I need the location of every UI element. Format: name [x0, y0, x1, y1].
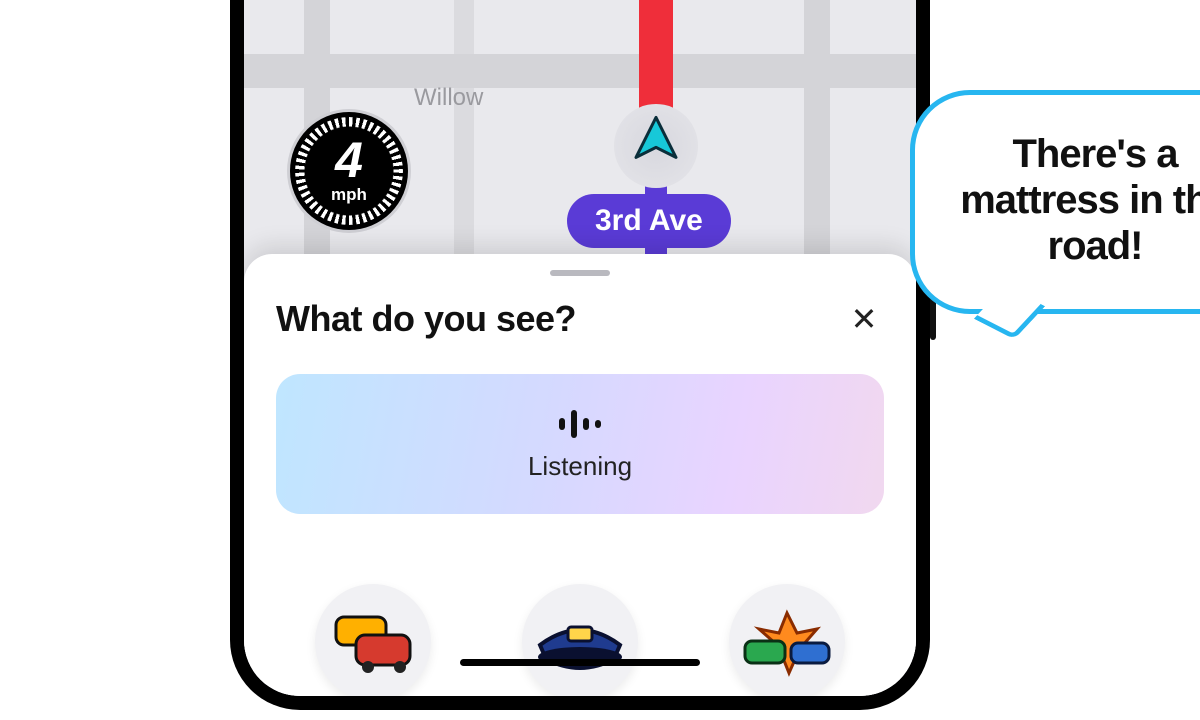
- phone-screen: Willow 3rd Ave 4 mph What do you see? ✕: [244, 0, 916, 696]
- speech-text: There's a mattress in the road!: [960, 132, 1200, 268]
- voice-listen-button[interactable]: Listening: [276, 374, 884, 514]
- close-icon: ✕: [851, 300, 878, 338]
- speed-value: 4: [335, 138, 363, 183]
- report-police-button[interactable]: [522, 584, 638, 696]
- report-type-row: [244, 584, 916, 696]
- report-crash-button[interactable]: [729, 584, 845, 696]
- police-icon: [532, 607, 628, 677]
- navigation-arrow-icon: [630, 113, 682, 165]
- speech-bubble: There's a mattress in the road!: [910, 90, 1200, 314]
- home-indicator[interactable]: [460, 659, 700, 666]
- current-street-pill[interactable]: 3rd Ave: [567, 194, 731, 248]
- speedometer: 4 mph: [290, 112, 408, 230]
- close-button[interactable]: ✕: [844, 299, 884, 339]
- sheet-title: What do you see?: [276, 298, 576, 340]
- street-label-willow: Willow: [414, 84, 483, 112]
- sheet-grabber[interactable]: [550, 270, 610, 276]
- report-sheet: What do you see? ✕ Listening: [244, 254, 916, 696]
- traffic-icon: [330, 609, 416, 675]
- user-location-puck: [614, 104, 698, 188]
- phone-frame: Willow 3rd Ave 4 mph What do you see? ✕: [230, 0, 930, 710]
- speed-unit: mph: [331, 185, 367, 205]
- report-traffic-button[interactable]: [315, 584, 431, 696]
- sound-wave-icon: [559, 407, 601, 441]
- crash-icon: [739, 607, 835, 677]
- listen-label: Listening: [528, 451, 632, 482]
